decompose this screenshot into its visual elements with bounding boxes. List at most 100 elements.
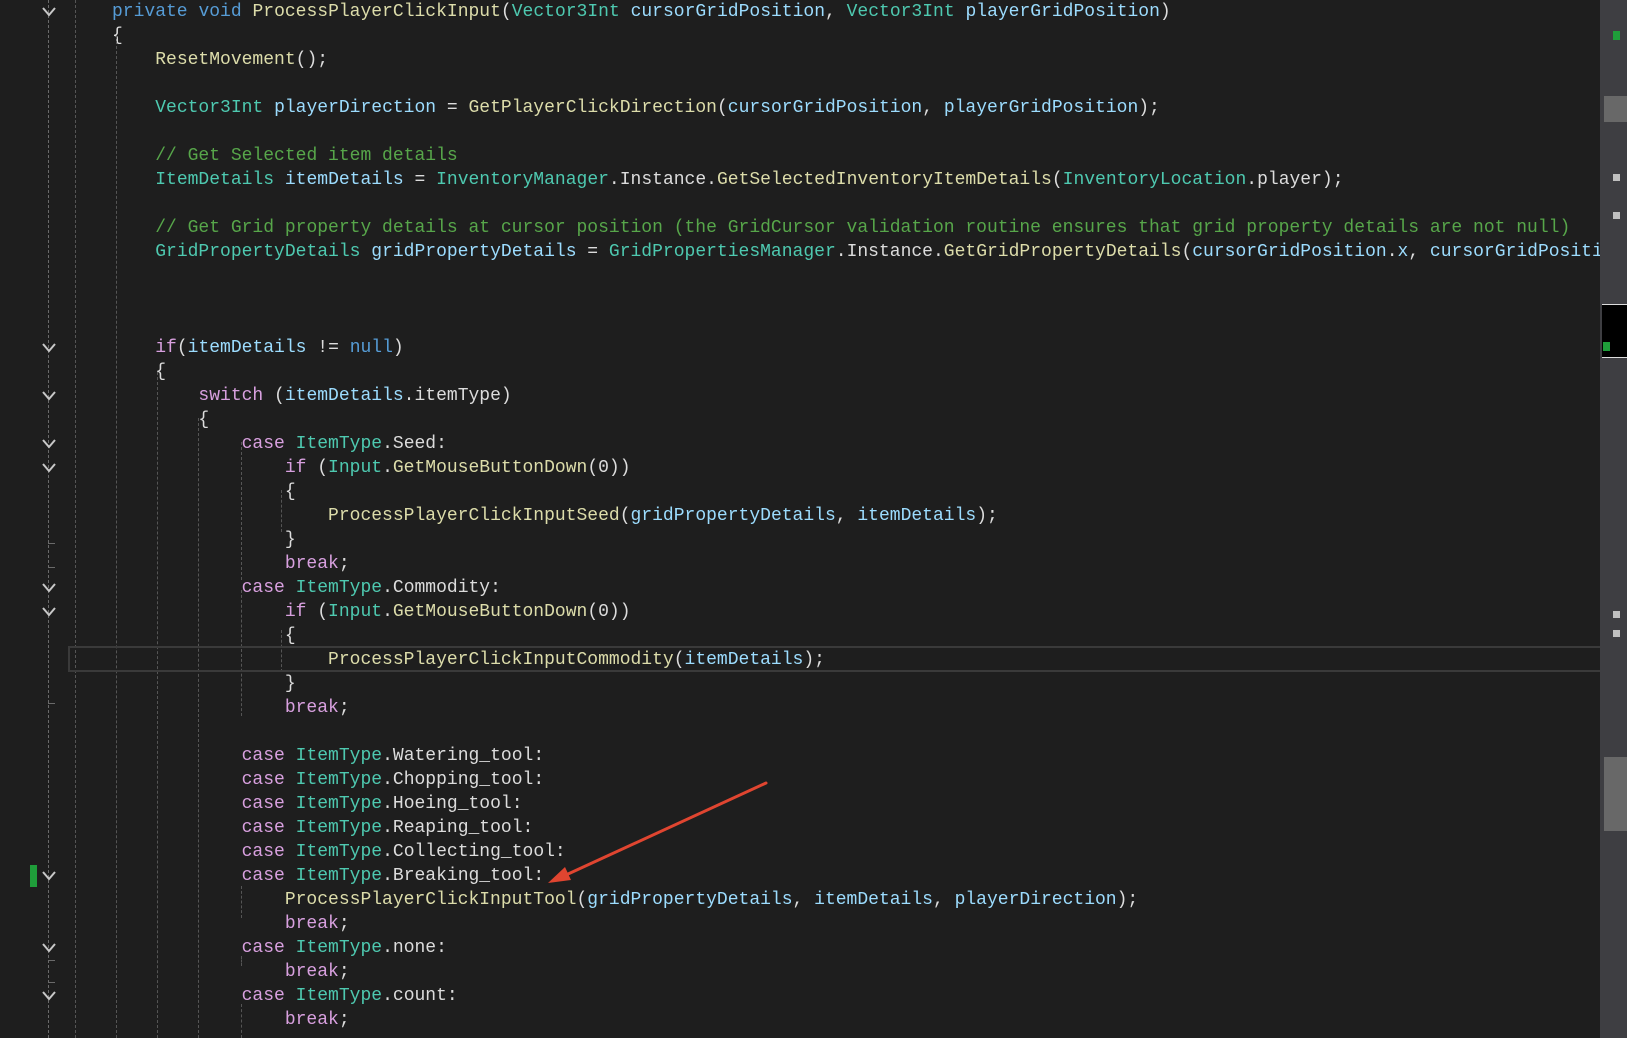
vertical-scrollbar[interactable] — [1600, 0, 1627, 1038]
code-line[interactable]: switch (itemDetails.itemType) — [112, 384, 512, 408]
code-token: . — [382, 602, 393, 622]
overview-change-mark — [1603, 342, 1610, 351]
code-token: cursorGridPosition — [1429, 242, 1600, 262]
code-line[interactable]: break; — [112, 960, 350, 984]
code-token: ; — [338, 962, 350, 982]
code-line[interactable]: if(itemDetails != null) — [112, 336, 404, 360]
code-line[interactable]: Vector3Int playerDirection = GetPlayerCl… — [112, 96, 1160, 120]
code-line[interactable]: case ItemType.Seed: — [112, 432, 447, 456]
scrollbar-thumb[interactable] — [1604, 96, 1627, 122]
code-token: ( — [263, 386, 285, 406]
code-line[interactable]: case ItemType.Commodity: — [112, 576, 501, 600]
code-line[interactable]: { — [112, 624, 296, 648]
code-token: . — [608, 170, 620, 190]
code-token: ItemType — [295, 818, 383, 838]
code-line[interactable]: } — [112, 528, 296, 552]
code-token: break — [284, 914, 339, 934]
code-token: . — [1386, 242, 1398, 262]
code-token: ItemType — [295, 866, 383, 886]
code-token: cursorGridPosition — [727, 98, 923, 118]
code-token: Reaping_tool — [392, 818, 523, 838]
code-token: x — [1397, 242, 1409, 262]
code-token: ); — [1116, 890, 1139, 910]
code-line[interactable]: { — [112, 480, 296, 504]
indent-guide — [241, 886, 243, 918]
code-line[interactable]: case ItemType.none: — [112, 936, 447, 960]
code-token: Instance — [846, 242, 933, 262]
code-token: GridPropertiesManager — [608, 242, 836, 262]
code-line[interactable]: // Get Grid property details at cursor p… — [112, 216, 1570, 240]
code-line[interactable]: GridPropertyDetails gridPropertyDetails … — [112, 240, 1600, 264]
code-token: : — [522, 818, 534, 838]
scrollbar-thumb-lower[interactable] — [1604, 757, 1627, 831]
code-token: . — [382, 986, 393, 1006]
code-token: cursorGridPosition — [1192, 242, 1387, 262]
code-line[interactable]: case ItemType.Reaping_tool: — [112, 816, 534, 840]
code-line[interactable]: break; — [112, 552, 350, 576]
code-token: . — [382, 794, 393, 814]
code-line[interactable]: ProcessPlayerClickInputTool(gridProperty… — [112, 888, 1138, 912]
code-token: . — [382, 938, 393, 958]
code-line[interactable]: private void ProcessPlayerClickInput(Vec… — [112, 0, 1171, 24]
code-token: break — [284, 698, 339, 718]
code-line[interactable]: // Get Selected item details — [112, 144, 458, 168]
code-line[interactable]: case ItemType.count: — [112, 984, 458, 1008]
code-token: case — [241, 794, 285, 814]
code-token: case — [241, 986, 285, 1006]
code-line[interactable]: ResetMovement(); — [112, 48, 328, 72]
code-line[interactable]: break; — [112, 696, 350, 720]
code-token: GetGridPropertyDetails — [943, 242, 1182, 262]
code-token: if — [284, 458, 307, 478]
code-token: count — [392, 986, 447, 1006]
code-line[interactable]: case ItemType.Breaking_tool: — [112, 864, 545, 888]
code-token: null — [349, 338, 393, 358]
overview-mark — [1613, 212, 1620, 219]
code-token: playerDirection — [954, 890, 1117, 910]
code-token: ) — [500, 386, 512, 406]
code-line[interactable]: ItemDetails itemDetails = InventoryManag… — [112, 168, 1344, 192]
code-line[interactable]: case ItemType.Watering_tool: — [112, 744, 545, 768]
code-token: itemDetails — [187, 338, 307, 358]
code-token: ; — [338, 914, 350, 934]
code-editor[interactable]: private void ProcessPlayerClickInput(Vec… — [0, 0, 1627, 1038]
code-token: void — [198, 2, 242, 22]
code-token: // Get Grid property details at cursor p… — [155, 218, 1571, 238]
code-token: ItemType — [295, 938, 383, 958]
code-token: : — [533, 770, 545, 790]
code-token: ; — [338, 698, 350, 718]
code-line[interactable]: case ItemType.Chopping_tool: — [112, 768, 545, 792]
code-line[interactable]: case ItemType.Hoeing_tool: — [112, 792, 523, 816]
code-line[interactable]: if (Input.GetMouseButtonDown(0)) — [112, 456, 631, 480]
code-line[interactable]: ProcessPlayerClickInputSeed(gridProperty… — [112, 504, 998, 528]
code-line[interactable]: } — [112, 672, 296, 696]
code-line[interactable]: { — [112, 408, 209, 432]
code-line[interactable]: case ItemType.Collecting_tool: — [112, 840, 566, 864]
code-line[interactable]: break; — [112, 1008, 350, 1032]
code-token: . — [382, 746, 393, 766]
code-token: . — [382, 434, 393, 454]
overview-mark — [1613, 174, 1620, 181]
code-token: : — [436, 938, 447, 958]
code-token: ); — [1321, 170, 1344, 190]
code-token: playerGridPosition — [965, 2, 1160, 22]
code-token: : — [511, 794, 523, 814]
code-line[interactable]: break; — [112, 912, 350, 936]
code-token: playerGridPosition — [943, 98, 1139, 118]
code-area[interactable]: private void ProcessPlayerClickInput(Vec… — [0, 0, 1600, 1038]
code-token: . — [932, 242, 944, 262]
code-line[interactable]: if (Input.GetMouseButtonDown(0)) — [112, 600, 631, 624]
code-token: // Get Selected item details — [155, 146, 458, 166]
